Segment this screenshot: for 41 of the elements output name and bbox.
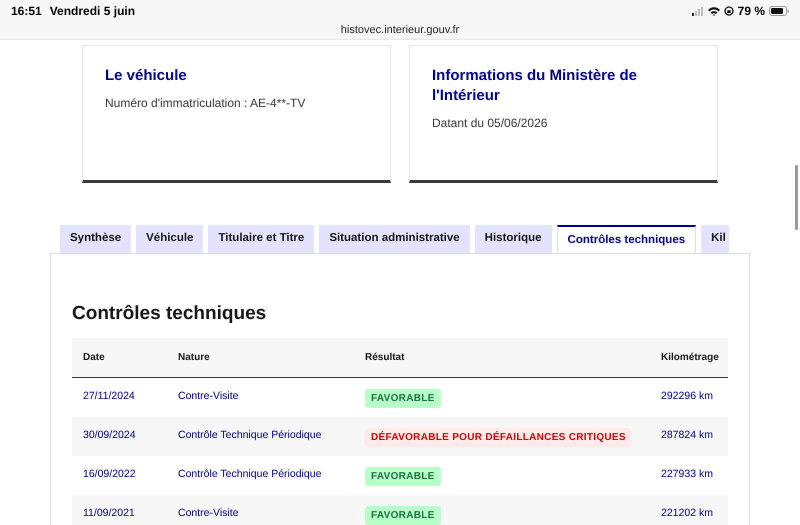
tab[interactable]: Kil	[701, 225, 729, 253]
result-badge: FAVORABLE	[365, 467, 441, 486]
date-cell-text: 16/09/2022	[82, 467, 137, 482]
card-title: Informations du Ministère de l'Intérieur	[432, 66, 638, 106]
tab[interactable]: Titulaire et Titre	[208, 225, 314, 253]
wifi-icon	[708, 6, 720, 16]
mileage-cell-text: 292296 km	[660, 389, 714, 404]
result-badge: FAVORABLE	[365, 506, 441, 525]
tab[interactable]: Véhicule	[136, 225, 204, 253]
column-header: Kilométrage	[660, 350, 720, 364]
tab[interactable]: Historique	[474, 225, 552, 253]
mileage-cell-text: 287824 km	[660, 428, 714, 444]
date-cell-text: 30/09/2024	[82, 428, 137, 444]
result-badge: FAVORABLE	[365, 389, 441, 408]
tab[interactable]: Situation administrative	[319, 225, 470, 253]
date-cell-text: 11/09/2021	[82, 506, 136, 522]
card-title: Le véhicule	[105, 66, 188, 86]
rotation-lock-icon	[724, 6, 734, 16]
tab[interactable]: Synthèse	[60, 225, 132, 253]
mileage-cell-text: 221202 km	[660, 506, 714, 522]
section-title: Contrôles techniques	[72, 302, 268, 326]
signal-icon	[692, 6, 704, 16]
column-header: Nature	[177, 350, 211, 364]
battery-icon	[769, 6, 789, 16]
battery-percent: 79 %	[738, 3, 765, 20]
card-text: Numéro d'immatriculation : AE-4**-TV	[105, 95, 306, 112]
tab[interactable]: Contrôles techniques	[556, 225, 696, 254]
card-text: Datant du 05/06/2026	[432, 115, 548, 132]
date-cell-text: 27/11/2024	[82, 389, 136, 404]
address-bar-url[interactable]: histovec.interieur.gouv.fr	[340, 22, 460, 38]
mileage-cell-text: 227933 km	[660, 467, 714, 482]
result-badge: DÉFAVORABLE POUR DÉFAILLANCES CRITIQUES	[365, 428, 632, 447]
column-header: Date	[82, 350, 106, 364]
nature-cell-text: Contre-Visite	[177, 389, 240, 404]
status-date: Vendredi 5 juin	[50, 3, 136, 20]
nature-cell-text: Contrôle Technique Périodique	[177, 467, 322, 482]
nature-cell-text: Contre-Visite	[177, 506, 240, 522]
column-header: Résultat	[364, 350, 406, 364]
status-time: 16:51	[11, 3, 42, 20]
nature-cell-text: Contrôle Technique Périodique	[177, 428, 322, 444]
scroll-indicator	[795, 165, 798, 230]
